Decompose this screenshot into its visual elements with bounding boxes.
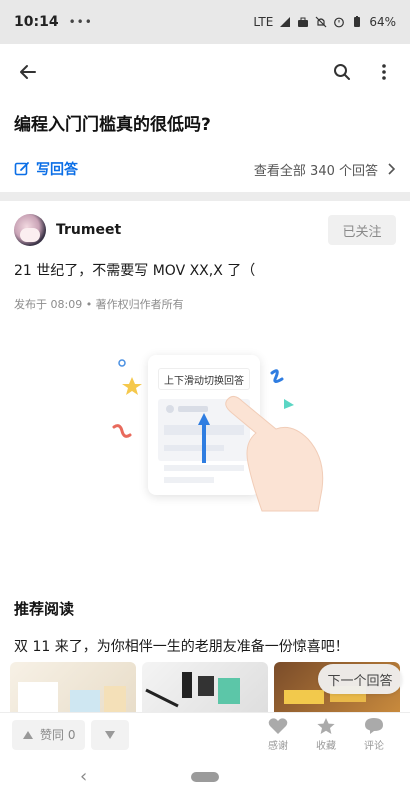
mute-icon (315, 16, 327, 28)
comment-label: 评论 (364, 741, 384, 752)
thumbnail-image (145, 672, 240, 708)
system-nav-bar: ‹ (0, 756, 410, 800)
top-bar (0, 44, 410, 100)
comment-button[interactable]: 评论 (364, 717, 384, 752)
write-answer-label: 写回答 (36, 162, 78, 178)
status-bar: 10:14 ••• LTE 64% (0, 0, 410, 44)
answer-action-bar: 赞同 0 感谢 收藏 评论 (0, 712, 410, 756)
recommended-thumbnail[interactable] (10, 662, 136, 712)
comment-icon (365, 718, 383, 734)
answer-meta: 发布于 08:09 • 著作权归作者所有 (14, 298, 184, 311)
section-divider (0, 192, 410, 201)
downvote-button[interactable] (91, 719, 130, 750)
arrow-left-icon (20, 65, 36, 79)
status-right: LTE 64% (253, 15, 396, 29)
avatar[interactable] (14, 214, 46, 246)
edit-icon (14, 162, 29, 176)
recommended-title: 推荐阅读 (14, 600, 75, 618)
swipe-hint-illustration: 上下滑动切换回答 (100, 345, 340, 512)
status-time: 10:14 (14, 14, 59, 30)
network-label: LTE (253, 15, 274, 29)
favorite-label: 收藏 (316, 741, 336, 752)
star-icon (317, 718, 335, 734)
view-all-answers-link[interactable]: 查看全部 340 个回答 (254, 160, 396, 179)
more-button[interactable] (372, 60, 396, 84)
nav-back-button[interactable]: ‹ (80, 766, 87, 787)
view-all-label: 查看全部 340 个回答 (253, 163, 378, 179)
status-dots: ••• (68, 15, 93, 29)
upvote-button[interactable]: 赞同 0 (12, 719, 86, 750)
next-answer-button[interactable]: 下一个回答 (318, 664, 402, 694)
favorite-button[interactable]: 收藏 (316, 717, 336, 752)
top-bar-actions (330, 60, 396, 84)
question-title[interactable]: 编程入门门槛真的很低吗? (14, 110, 211, 135)
signal-icon (280, 17, 291, 27)
thanks-button[interactable]: 感谢 (268, 717, 288, 752)
heart-icon (268, 718, 288, 734)
write-answer-button[interactable]: 写回答 (14, 159, 78, 179)
more-vertical-icon (382, 64, 386, 80)
triangle-up-icon (23, 730, 33, 739)
search-icon (334, 64, 350, 80)
upvote-label: 赞同 0 (40, 728, 76, 742)
follow-button[interactable]: 已关注 (328, 215, 396, 245)
triangle-down-icon (105, 730, 116, 739)
question-action-row: 写回答 查看全部 340 个回答 (0, 150, 410, 188)
answer-text: 21 世纪了，不需要写 MOV XX,X 了（ (14, 263, 256, 279)
recommended-thumbnail[interactable] (142, 662, 268, 712)
author-name[interactable]: Trumeet (56, 222, 121, 238)
nav-home-button[interactable] (191, 772, 219, 782)
chevron-right-icon (388, 163, 396, 175)
alarm-icon (334, 17, 345, 28)
recommended-item-title[interactable]: 双 11 来了，为你相伴一生的老朋友准备一份惊喜吧！ (14, 636, 349, 656)
thanks-label: 感谢 (268, 741, 288, 752)
answer-actions: 感谢 收藏 评论 (268, 717, 384, 752)
thumbnail-image (18, 682, 126, 712)
briefcase-icon (298, 17, 309, 27)
search-button[interactable] (330, 60, 354, 84)
hand-icon (225, 395, 324, 512)
back-button[interactable] (14, 58, 42, 86)
battery-label: 64% (369, 15, 396, 29)
battery-icon (354, 16, 361, 27)
author-row: Trumeet 已关注 (0, 210, 410, 250)
